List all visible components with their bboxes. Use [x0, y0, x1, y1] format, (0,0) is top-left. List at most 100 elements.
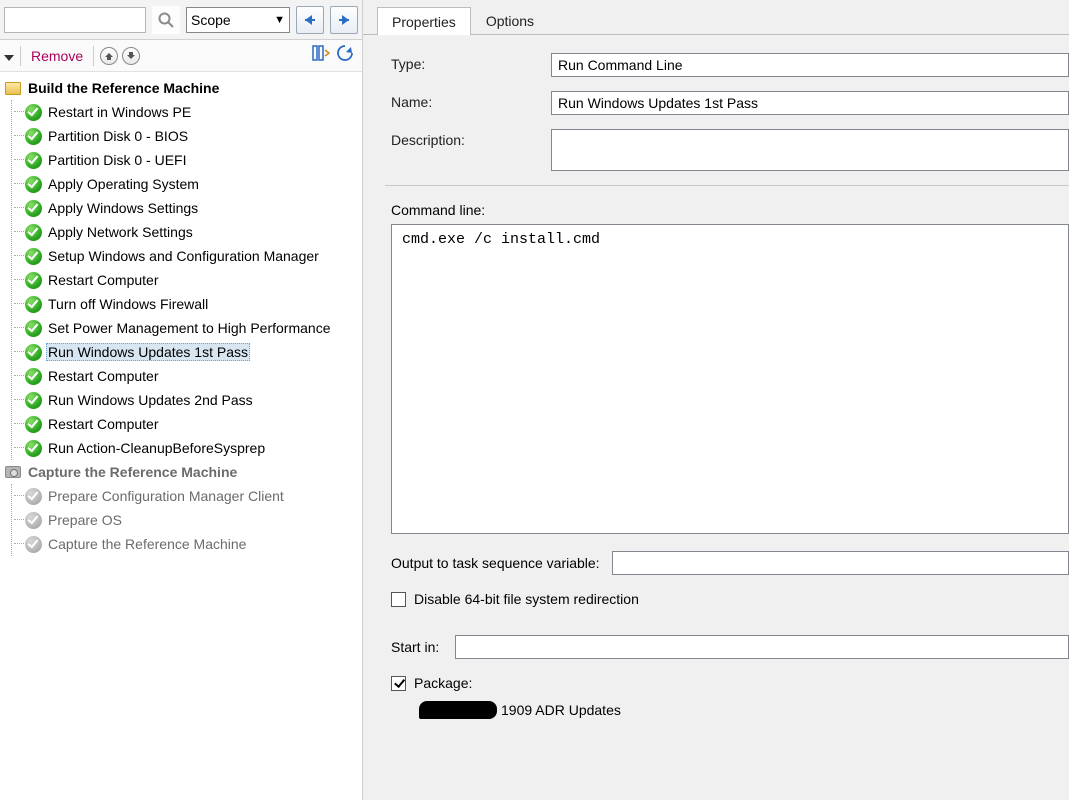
tabstrip: Properties Options	[363, 0, 1069, 34]
tree-item-label: Apply Windows Settings	[46, 200, 200, 216]
name-label: Name:	[391, 91, 551, 110]
scope-dropdown[interactable]: Scope ▼	[186, 7, 290, 33]
tree-item-label: Capture the Reference Machine	[46, 536, 248, 552]
check-green-icon	[24, 319, 42, 337]
tree-item-label: Prepare OS	[46, 512, 124, 528]
tree-item-label: Apply Operating System	[46, 176, 201, 192]
check-grey-icon	[24, 535, 42, 553]
search-toolbar: Scope ▼	[0, 0, 362, 40]
divider	[385, 185, 1069, 186]
search-icon[interactable]	[152, 6, 180, 34]
dropdown-icon[interactable]	[4, 51, 14, 61]
check-green-icon	[24, 199, 42, 217]
tree-item[interactable]: Restart in Windows PE	[12, 100, 360, 124]
check-green-icon	[24, 391, 42, 409]
camera-icon	[4, 463, 22, 481]
tree-item[interactable]: Run Windows Updates 1st Pass	[12, 340, 360, 364]
tree-item[interactable]: Restart Computer	[12, 364, 360, 388]
package-checkbox[interactable]: Package:	[391, 675, 1069, 691]
move-up-icon[interactable]	[100, 47, 118, 65]
tree-item[interactable]: Apply Windows Settings	[12, 196, 360, 220]
check-green-icon	[24, 295, 42, 313]
folder-icon	[4, 79, 22, 97]
output-var-label: Output to task sequence variable:	[391, 555, 600, 571]
type-field	[551, 53, 1069, 77]
description-label: Description:	[391, 129, 551, 148]
tree-item[interactable]: Turn off Windows Firewall	[12, 292, 360, 316]
check-green-icon	[24, 175, 42, 193]
commandline-field[interactable]	[391, 224, 1069, 534]
output-var-field[interactable]	[612, 551, 1069, 575]
tree-group[interactable]: Capture the Reference Machine	[2, 460, 360, 484]
columns-icon[interactable]	[312, 44, 330, 67]
scope-label: Scope	[191, 12, 231, 28]
tree-item[interactable]: Run Action-CleanupBeforeSysprep	[12, 436, 360, 460]
refresh-icon[interactable]	[336, 44, 354, 67]
type-label: Type:	[391, 53, 551, 72]
tree-item-label: Restart Computer	[46, 368, 160, 384]
package-value: 1909 ADR Updates	[419, 701, 1069, 719]
separator	[93, 46, 94, 66]
move-down-icon[interactable]	[122, 47, 140, 65]
tree-item-label: Run Windows Updates 1st Pass	[46, 343, 250, 361]
tree-group[interactable]: Build the Reference Machine	[2, 76, 360, 100]
tree-item-label: Restart Computer	[46, 272, 160, 288]
tab-properties[interactable]: Properties	[377, 7, 471, 35]
checkbox-icon	[391, 592, 406, 607]
check-green-icon	[24, 439, 42, 457]
check-green-icon	[24, 343, 42, 361]
nav-back-button[interactable]	[296, 6, 324, 34]
startin-field[interactable]	[455, 635, 1069, 659]
tree-item-label: Restart in Windows PE	[46, 104, 193, 120]
tree-item[interactable]: Apply Operating System	[12, 172, 360, 196]
tree-group-label: Build the Reference Machine	[26, 80, 221, 96]
checkbox-icon	[391, 676, 406, 691]
package-suffix: 1909 ADR Updates	[501, 702, 621, 718]
properties-panel: Type: Name: Description: Command line: O…	[363, 34, 1069, 800]
check-green-icon	[24, 127, 42, 145]
tree-item-label: Turn off Windows Firewall	[46, 296, 210, 312]
tree-item[interactable]: Setup Windows and Configuration Manager	[12, 244, 360, 268]
task-sequence-tree[interactable]: Build the Reference Machine Restart in Wi…	[0, 72, 362, 800]
name-field[interactable]	[551, 91, 1069, 115]
action-toolbar: Remove	[0, 40, 362, 72]
check-green-icon	[24, 415, 42, 433]
check-green-icon	[24, 151, 42, 169]
tree-group-label: Capture the Reference Machine	[26, 464, 239, 480]
tree-item-label: Prepare Configuration Manager Client	[46, 488, 286, 504]
disable-64bit-checkbox[interactable]: Disable 64-bit file system redirection	[391, 591, 1069, 607]
tree-item[interactable]: Prepare Configuration Manager Client	[12, 484, 360, 508]
check-green-icon	[24, 223, 42, 241]
tree-item[interactable]: Partition Disk 0 - BIOS	[12, 124, 360, 148]
tree-item[interactable]: Prepare OS	[12, 508, 360, 532]
package-label: Package:	[414, 675, 472, 691]
check-green-icon	[24, 247, 42, 265]
tab-options[interactable]: Options	[471, 6, 549, 34]
tree-item-label: Setup Windows and Configuration Manager	[46, 248, 321, 264]
tree-item-label: Restart Computer	[46, 416, 160, 432]
startin-label: Start in:	[391, 639, 439, 655]
tree-item-label: Run Windows Updates 2nd Pass	[46, 392, 255, 408]
check-grey-icon	[24, 511, 42, 529]
nav-forward-button[interactable]	[330, 6, 358, 34]
check-grey-icon	[24, 487, 42, 505]
tree-item-label: Run Action-CleanupBeforeSysprep	[46, 440, 267, 456]
search-input[interactable]	[4, 7, 146, 33]
tree-item[interactable]: Apply Network Settings	[12, 220, 360, 244]
check-green-icon	[24, 367, 42, 385]
tree-item[interactable]: Set Power Management to High Performance	[12, 316, 360, 340]
remove-button[interactable]: Remove	[27, 48, 87, 64]
tree-item-label: Apply Network Settings	[46, 224, 195, 240]
check-green-icon	[24, 103, 42, 121]
tree-item-label: Partition Disk 0 - BIOS	[46, 128, 190, 144]
tree-item[interactable]: Capture the Reference Machine	[12, 532, 360, 556]
chevron-down-icon: ▼	[274, 14, 285, 26]
tree-item[interactable]: Run Windows Updates 2nd Pass	[12, 388, 360, 412]
tree-item[interactable]: Restart Computer	[12, 412, 360, 436]
description-field[interactable]	[551, 129, 1069, 171]
commandline-label: Command line:	[391, 202, 1069, 218]
separator	[20, 46, 21, 66]
tree-item[interactable]: Restart Computer	[12, 268, 360, 292]
tree-item[interactable]: Partition Disk 0 - UEFI	[12, 148, 360, 172]
tree-item-label: Partition Disk 0 - UEFI	[46, 152, 188, 168]
